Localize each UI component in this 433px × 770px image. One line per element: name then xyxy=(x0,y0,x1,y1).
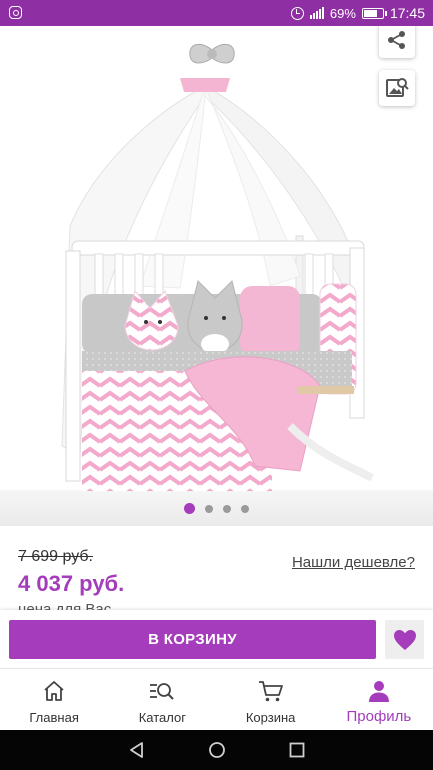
battery-percent: 69% xyxy=(329,5,356,21)
current-price: 4 037 руб. xyxy=(18,571,125,596)
favorite-button[interactable] xyxy=(385,620,424,659)
instagram-icon xyxy=(9,6,22,19)
nav-cart-label: Корзина xyxy=(245,710,296,725)
image-search-button[interactable] xyxy=(379,70,415,106)
alarm-icon xyxy=(290,6,304,20)
gallery-pagination xyxy=(0,503,433,514)
found-cheaper-link[interactable]: Нашли дешевле? xyxy=(292,554,415,571)
nav-catalog[interactable]: Каталог xyxy=(108,669,216,730)
pagination-dot[interactable] xyxy=(223,504,231,513)
nav-home-label: Главная xyxy=(29,710,79,725)
action-bar: В КОРЗИНУ xyxy=(0,610,433,668)
add-to-cart-button[interactable]: В КОРЗИНУ xyxy=(9,620,376,659)
recents-icon[interactable] xyxy=(288,741,306,759)
old-price: 7 699 руб. xyxy=(18,548,93,565)
nav-home[interactable]: Главная xyxy=(0,669,108,730)
nav-profile[interactable]: Профиль xyxy=(325,669,433,730)
battery-icon xyxy=(361,7,387,19)
pagination-dot[interactable] xyxy=(205,504,213,513)
home-circle-icon[interactable] xyxy=(208,741,226,759)
back-icon[interactable] xyxy=(128,741,146,759)
share-icon xyxy=(388,31,405,49)
status-right: 69% 17:45 xyxy=(290,4,425,22)
catalog-search-icon xyxy=(150,683,175,700)
nav-catalog-label: Каталог xyxy=(138,710,186,725)
price-block: 7 699 руб. 4 037 руб. цена для Вас Нашли… xyxy=(0,526,433,610)
cart-icon xyxy=(258,681,283,702)
heart-icon xyxy=(393,629,416,650)
price-note: цена для Вас xyxy=(18,601,112,610)
clock: 17:45 xyxy=(389,5,425,21)
profile-icon xyxy=(368,681,389,702)
signal-icon xyxy=(309,7,324,19)
pagination-dot[interactable] xyxy=(184,503,195,514)
nav-profile-label: Профиль xyxy=(346,708,412,725)
nav-cart[interactable]: Корзина xyxy=(217,669,325,730)
status-bar: 69% 17:45 xyxy=(0,0,433,26)
bottom-navigation: Главная Каталог Корзина Профиль xyxy=(0,668,433,730)
product-photo xyxy=(61,43,374,491)
pagination-dot[interactable] xyxy=(241,504,249,513)
image-search-icon xyxy=(386,78,409,97)
share-button[interactable] xyxy=(379,26,415,58)
system-navigation-bar xyxy=(0,730,433,770)
product-image-gallery[interactable] xyxy=(0,26,433,526)
home-icon xyxy=(44,681,64,701)
